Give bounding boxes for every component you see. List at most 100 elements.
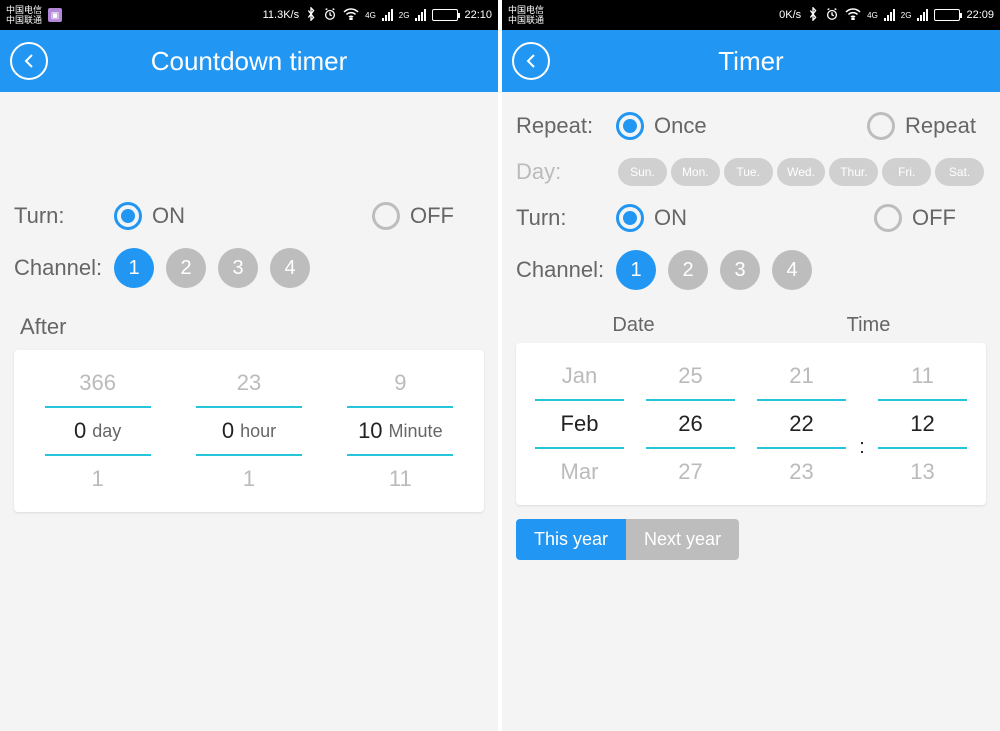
page-title: Countdown timer: [151, 46, 348, 77]
month-column[interactable]: Jan Feb Mar: [524, 353, 635, 495]
status-right: 11.3K/s 4G 2G 22:10: [263, 7, 492, 24]
header: Timer: [502, 30, 1000, 92]
carrier-1: 中国电信: [508, 5, 544, 15]
wifi-icon: [343, 8, 359, 23]
alarm-icon: [323, 7, 337, 24]
day-label: Day:: [516, 159, 616, 185]
net-speed: 11.3K/s: [263, 9, 300, 21]
channel-3[interactable]: 3: [720, 250, 760, 290]
datetime-picker: Jan Feb Mar 25 26 27 21 22 23 : 11 12: [516, 343, 986, 505]
turn-on-text: ON: [152, 203, 185, 229]
next-year-button[interactable]: Next year: [626, 519, 739, 560]
turn-row: Turn: ON OFF: [516, 204, 986, 232]
hour-column[interactable]: 21 22 23: [746, 353, 857, 495]
signal-4g-icon: [382, 9, 393, 21]
channel-3[interactable]: 3: [218, 248, 258, 288]
battery-icon: [432, 9, 458, 21]
signal-2g-icon: [917, 9, 928, 21]
turn-label: Turn:: [516, 205, 616, 231]
page-title: Timer: [718, 46, 783, 77]
min-unit: Minute: [389, 421, 443, 442]
date-header: Date: [516, 314, 751, 337]
hour-column[interactable]: 23 0 hour 1: [173, 360, 324, 502]
min-prev: 11: [878, 353, 967, 401]
day-column[interactable]: 25 26 27: [635, 353, 746, 495]
hour-cur: 22: [757, 401, 846, 447]
channel-row: Channel: 1 2 3 4: [14, 248, 484, 288]
turn-off-radio[interactable]: [874, 204, 902, 232]
channel-label: Channel:: [516, 257, 616, 283]
after-label: After: [20, 314, 484, 340]
day-sat[interactable]: Sat.: [935, 158, 984, 186]
channel-2[interactable]: 2: [166, 248, 206, 288]
turn-label: Turn:: [14, 203, 114, 229]
back-button[interactable]: [10, 42, 48, 80]
day-fri[interactable]: Fri.: [882, 158, 931, 186]
day-next: 1: [45, 454, 151, 502]
carrier-labels: 中国电信 中国联通: [6, 5, 42, 25]
time-colon: :: [857, 353, 867, 495]
hour-next: 23: [757, 447, 846, 495]
hour-prev: 21: [757, 353, 846, 401]
day-current: 0: [74, 408, 86, 454]
min-next: 13: [878, 447, 967, 495]
repeat-radio[interactable]: [867, 112, 895, 140]
bluetooth-icon: [807, 7, 819, 24]
countdown-timer-screen: 中国电信 中国联通 ▣ 11.3K/s 4G 2G 22:10 Countdow…: [0, 0, 498, 731]
turn-on-radio[interactable]: [616, 204, 644, 232]
dayn-cur: 26: [646, 401, 735, 447]
dayn-prev: 25: [646, 353, 735, 401]
dayn-next: 27: [646, 447, 735, 495]
net-4g-label: 4G: [365, 12, 376, 19]
this-year-button[interactable]: This year: [516, 519, 626, 560]
month-cur: Feb: [535, 401, 624, 447]
back-button[interactable]: [512, 42, 550, 80]
status-right: 0K/s 4G 2G 22:09: [779, 7, 994, 24]
day-thu[interactable]: Thur.: [829, 158, 878, 186]
clock-time: 22:10: [464, 9, 492, 21]
repeat-row: Repeat: Once Repeat: [516, 112, 986, 140]
header: Countdown timer: [0, 30, 498, 92]
carrier-2: 中国联通: [508, 15, 544, 25]
turn-off-radio[interactable]: [372, 202, 400, 230]
minute-column[interactable]: 9 10 Minute 11: [325, 360, 476, 502]
app-indicator-icon: ▣: [48, 8, 62, 22]
month-next: Mar: [535, 447, 624, 495]
hour-current: 0: [222, 408, 234, 454]
net-2g-label: 2G: [901, 12, 912, 19]
day-wed[interactable]: Wed.: [777, 158, 826, 186]
net-2g-label: 2G: [399, 12, 410, 19]
time-header: Time: [751, 314, 986, 337]
minute-column[interactable]: 11 12 13: [867, 353, 978, 495]
hour-prev: 23: [196, 360, 302, 408]
once-text: Once: [654, 113, 707, 139]
channel-row: Channel: 1 2 3 4: [516, 250, 986, 290]
signal-2g-icon: [415, 9, 426, 21]
day-mon[interactable]: Mon.: [671, 158, 720, 186]
status-bar: 中国电信 中国联通 ▣ 11.3K/s 4G 2G 22:10: [0, 0, 498, 30]
net-speed: 0K/s: [779, 9, 801, 21]
channel-2[interactable]: 2: [668, 250, 708, 290]
hour-unit: hour: [240, 421, 276, 442]
channel-4[interactable]: 4: [270, 248, 310, 288]
channel-4[interactable]: 4: [772, 250, 812, 290]
turn-off-text: OFF: [410, 203, 454, 229]
day-prev: 366: [45, 360, 151, 408]
once-radio[interactable]: [616, 112, 644, 140]
duration-picker: 366 0 day 1 23 0 hour 1 9: [14, 350, 484, 512]
turn-on-radio[interactable]: [114, 202, 142, 230]
clock-time: 22:09: [966, 9, 994, 21]
day-unit: day: [92, 421, 121, 442]
day-tue[interactable]: Tue.: [724, 158, 773, 186]
carrier-1: 中国电信: [6, 5, 42, 15]
day-column[interactable]: 366 0 day 1: [22, 360, 173, 502]
channel-1[interactable]: 1: [616, 250, 656, 290]
channel-1[interactable]: 1: [114, 248, 154, 288]
turn-off-text: OFF: [912, 205, 956, 231]
net-4g-label: 4G: [867, 12, 878, 19]
status-bar: 中国电信 中国联通 0K/s 4G 2G 22:09: [502, 0, 1000, 30]
bluetooth-icon: [305, 7, 317, 24]
body: Turn: ON OFF Channel: 1 2 3 4 After 366: [0, 92, 498, 731]
day-sun[interactable]: Sun.: [618, 158, 667, 186]
carrier-labels: 中国电信 中国联通: [508, 5, 544, 25]
